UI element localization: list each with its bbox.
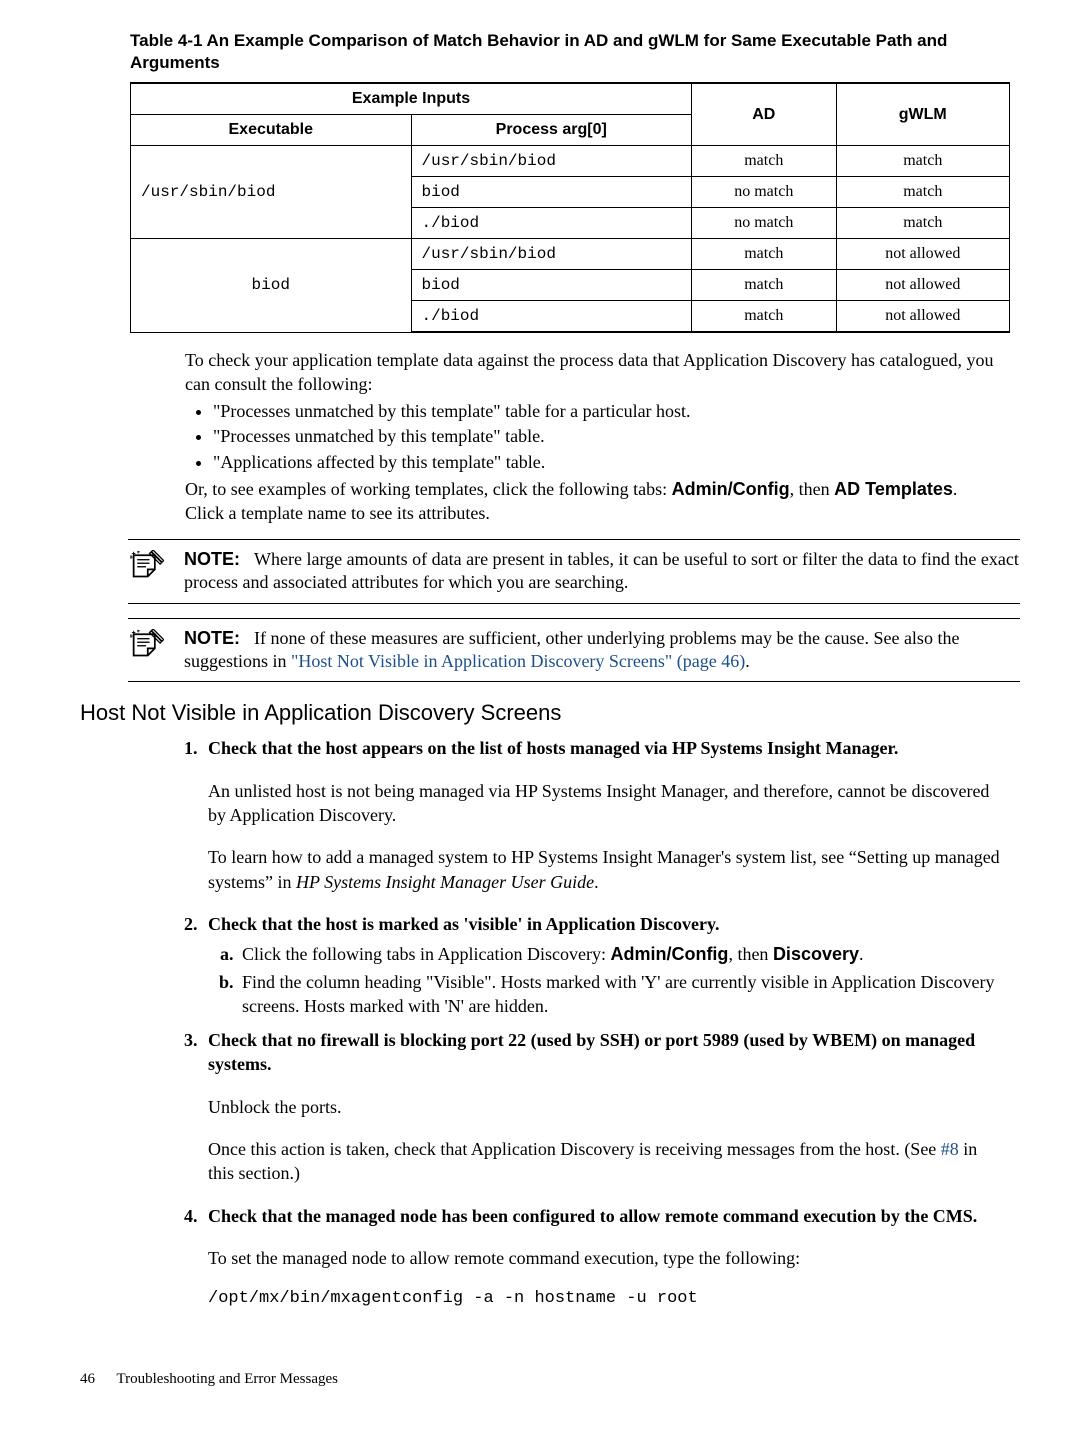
note-icon [128, 548, 184, 586]
th-gwlm: gWLM [836, 83, 1009, 146]
page-content: Table 4-1 An Example Comparison of Match… [0, 0, 1080, 1428]
footer-title: Troubleshooting and Error Messages [116, 1371, 338, 1387]
step-p: An unlisted host is not being managed vi… [208, 779, 1000, 828]
steps-list: Check that the host appears on the list … [158, 736, 1000, 1311]
th-example-inputs: Example Inputs [131, 83, 692, 115]
cell-proc: ./biod [411, 208, 692, 239]
step-title: Check that the host appears on the list … [208, 738, 898, 758]
th-executable: Executable [131, 115, 412, 146]
note-block: NOTE:If none of these measures are suffi… [128, 618, 1020, 683]
note-body: NOTE:If none of these measures are suffi… [184, 627, 1020, 674]
page-footer: 46 Troubleshooting and Error Messages [80, 1371, 1020, 1388]
intro-p1: To check your application template data … [185, 349, 1000, 396]
cell-gwlm: match [836, 208, 1009, 239]
cell-proc: /usr/sbin/biod [411, 146, 692, 177]
note-block: NOTE:Where large amounts of data are pre… [128, 539, 1020, 604]
cell-proc: /usr/sbin/biod [411, 239, 692, 270]
step-title: Check that no firewall is blocking port … [208, 1030, 975, 1074]
list-item: "Processes unmatched by this template" t… [213, 400, 1000, 423]
cell-exec: /usr/sbin/biod [131, 146, 412, 239]
note-text-end: . [745, 651, 750, 671]
list-item: "Applications affected by this template"… [213, 451, 1000, 474]
table-caption: Table 4-1 An Example Comparison of Match… [130, 30, 1020, 74]
step-p: Unblock the ports. [208, 1095, 1000, 1119]
command-line: /opt/mx/bin/mxagentconfig -a -n hostname… [208, 1288, 1000, 1311]
cell-ad: no match [692, 177, 837, 208]
page-number: 46 [80, 1371, 95, 1388]
substep-a: Click the following tabs in Application … [238, 942, 1000, 966]
section-heading: Host Not Visible in Application Discover… [80, 700, 1020, 726]
note-label: NOTE: [184, 549, 240, 569]
cell-proc: biod [411, 270, 692, 301]
note-text: Where large amounts of data are present … [184, 549, 1019, 592]
step-p: Once this action is taken, check that Ap… [208, 1137, 1000, 1186]
note-body: NOTE:Where large amounts of data are pre… [184, 548, 1020, 595]
intro-bullets: "Processes unmatched by this template" t… [185, 400, 1000, 474]
intro-text: To check your application template data … [185, 349, 1000, 525]
note-icon [128, 627, 184, 665]
step-title: Check that the host is marked as 'visibl… [208, 914, 720, 934]
step-4: Check that the managed node has been con… [202, 1204, 1000, 1312]
intro-p2: Or, to see examples of working templates… [185, 478, 1000, 525]
cell-ad: match [692, 239, 837, 270]
step-title: Check that the managed node has been con… [208, 1206, 977, 1226]
inline-link[interactable]: #8 [941, 1139, 959, 1159]
cell-gwlm: not allowed [836, 270, 1009, 301]
cell-gwlm: match [836, 177, 1009, 208]
step-p: To learn how to add a managed system to … [208, 845, 1000, 894]
step-p: To set the managed node to allow remote … [208, 1246, 1000, 1270]
step-1: Check that the host appears on the list … [202, 736, 1000, 893]
comparison-table: Example Inputs AD gWLM Executable Proces… [130, 82, 1010, 333]
table-row: /usr/sbin/biod /usr/sbin/biod match matc… [131, 146, 1010, 177]
note-label: NOTE: [184, 628, 240, 648]
cell-ad: match [692, 270, 837, 301]
cell-ad: no match [692, 208, 837, 239]
cell-proc: biod [411, 177, 692, 208]
note-link[interactable]: "Host Not Visible in Application Discove… [291, 651, 745, 671]
step-2: Check that the host is marked as 'visibl… [202, 912, 1000, 1018]
substep-b: Find the column heading "Visible". Hosts… [238, 970, 1000, 1019]
cell-ad: match [692, 301, 837, 333]
cell-gwlm: match [836, 146, 1009, 177]
table-row: biod /usr/sbin/biod match not allowed [131, 239, 1010, 270]
step-3: Check that no firewall is blocking port … [202, 1028, 1000, 1185]
cell-gwlm: not allowed [836, 239, 1009, 270]
th-process-arg: Process arg[0] [411, 115, 692, 146]
substeps: Click the following tabs in Application … [208, 942, 1000, 1018]
cell-gwlm: not allowed [836, 301, 1009, 333]
cell-proc: ./biod [411, 301, 692, 333]
th-ad: AD [692, 83, 837, 146]
cell-ad: match [692, 146, 837, 177]
cell-exec: biod [131, 239, 412, 333]
list-item: "Processes unmatched by this template" t… [213, 425, 1000, 448]
